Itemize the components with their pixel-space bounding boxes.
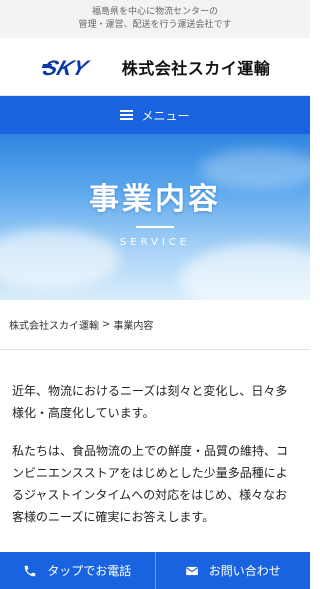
breadcrumb-current: 事業内容 <box>113 321 154 332</box>
title-divider <box>136 226 174 228</box>
mail-icon <box>185 566 198 575</box>
tagline-line-1: 福島県を中心に物流センターの <box>91 7 218 17</box>
header-tagline: 福島県を中心に物流センターの 管理・運営、配送を行う運送会社です <box>0 0 310 38</box>
contact-button[interactable]: お問い合わせ <box>154 552 311 589</box>
breadcrumb-separator: > <box>102 319 111 330</box>
call-button[interactable]: タップでお電話 <box>0 552 155 589</box>
contact-button-label: お問い合わせ <box>208 564 281 578</box>
phone-icon <box>24 565 36 576</box>
intro-paragraph: 近年、物流におけるニーズは刻々と変化し、日々多様化・高度化しています。 <box>12 384 288 420</box>
page-hero: 事業内容 SERVICE <box>0 134 310 300</box>
tagline-line-2: 管理・運営、配送を行う運送会社です <box>78 20 232 30</box>
footer-action-bar: タップでお電話 お問い合わせ <box>0 552 310 589</box>
company-name: 株式会社スカイ運輸 <box>121 58 271 78</box>
page-subtitle: SERVICE <box>119 237 191 248</box>
sky-logo: SKY <box>40 56 92 79</box>
main-content: 近年、物流におけるニーズは刻々と変化し、日々多様化・高度化しています。 私たちは… <box>0 350 310 528</box>
logo-text: SKY <box>40 56 92 79</box>
breadcrumb: 株式会社スカイ運輸 > 事業内容 <box>0 300 310 350</box>
service-paragraph: 私たちは、食品物流の上での鮮度・品質の維持、コンビニエンスストアをはじめとした少… <box>12 444 289 524</box>
breadcrumb-home-link[interactable]: 株式会社スカイ運輸 <box>9 317 99 332</box>
hamburger-icon <box>120 110 134 120</box>
site-brand[interactable]: SKY 株式会社スカイ運輸 <box>0 38 310 96</box>
page-title: 事業内容 <box>89 182 221 217</box>
hero-cloud <box>180 244 310 300</box>
menu-label: メニュー <box>141 108 190 123</box>
call-button-label: タップでお電話 <box>47 564 132 578</box>
menu-button[interactable]: メニュー <box>0 96 310 134</box>
